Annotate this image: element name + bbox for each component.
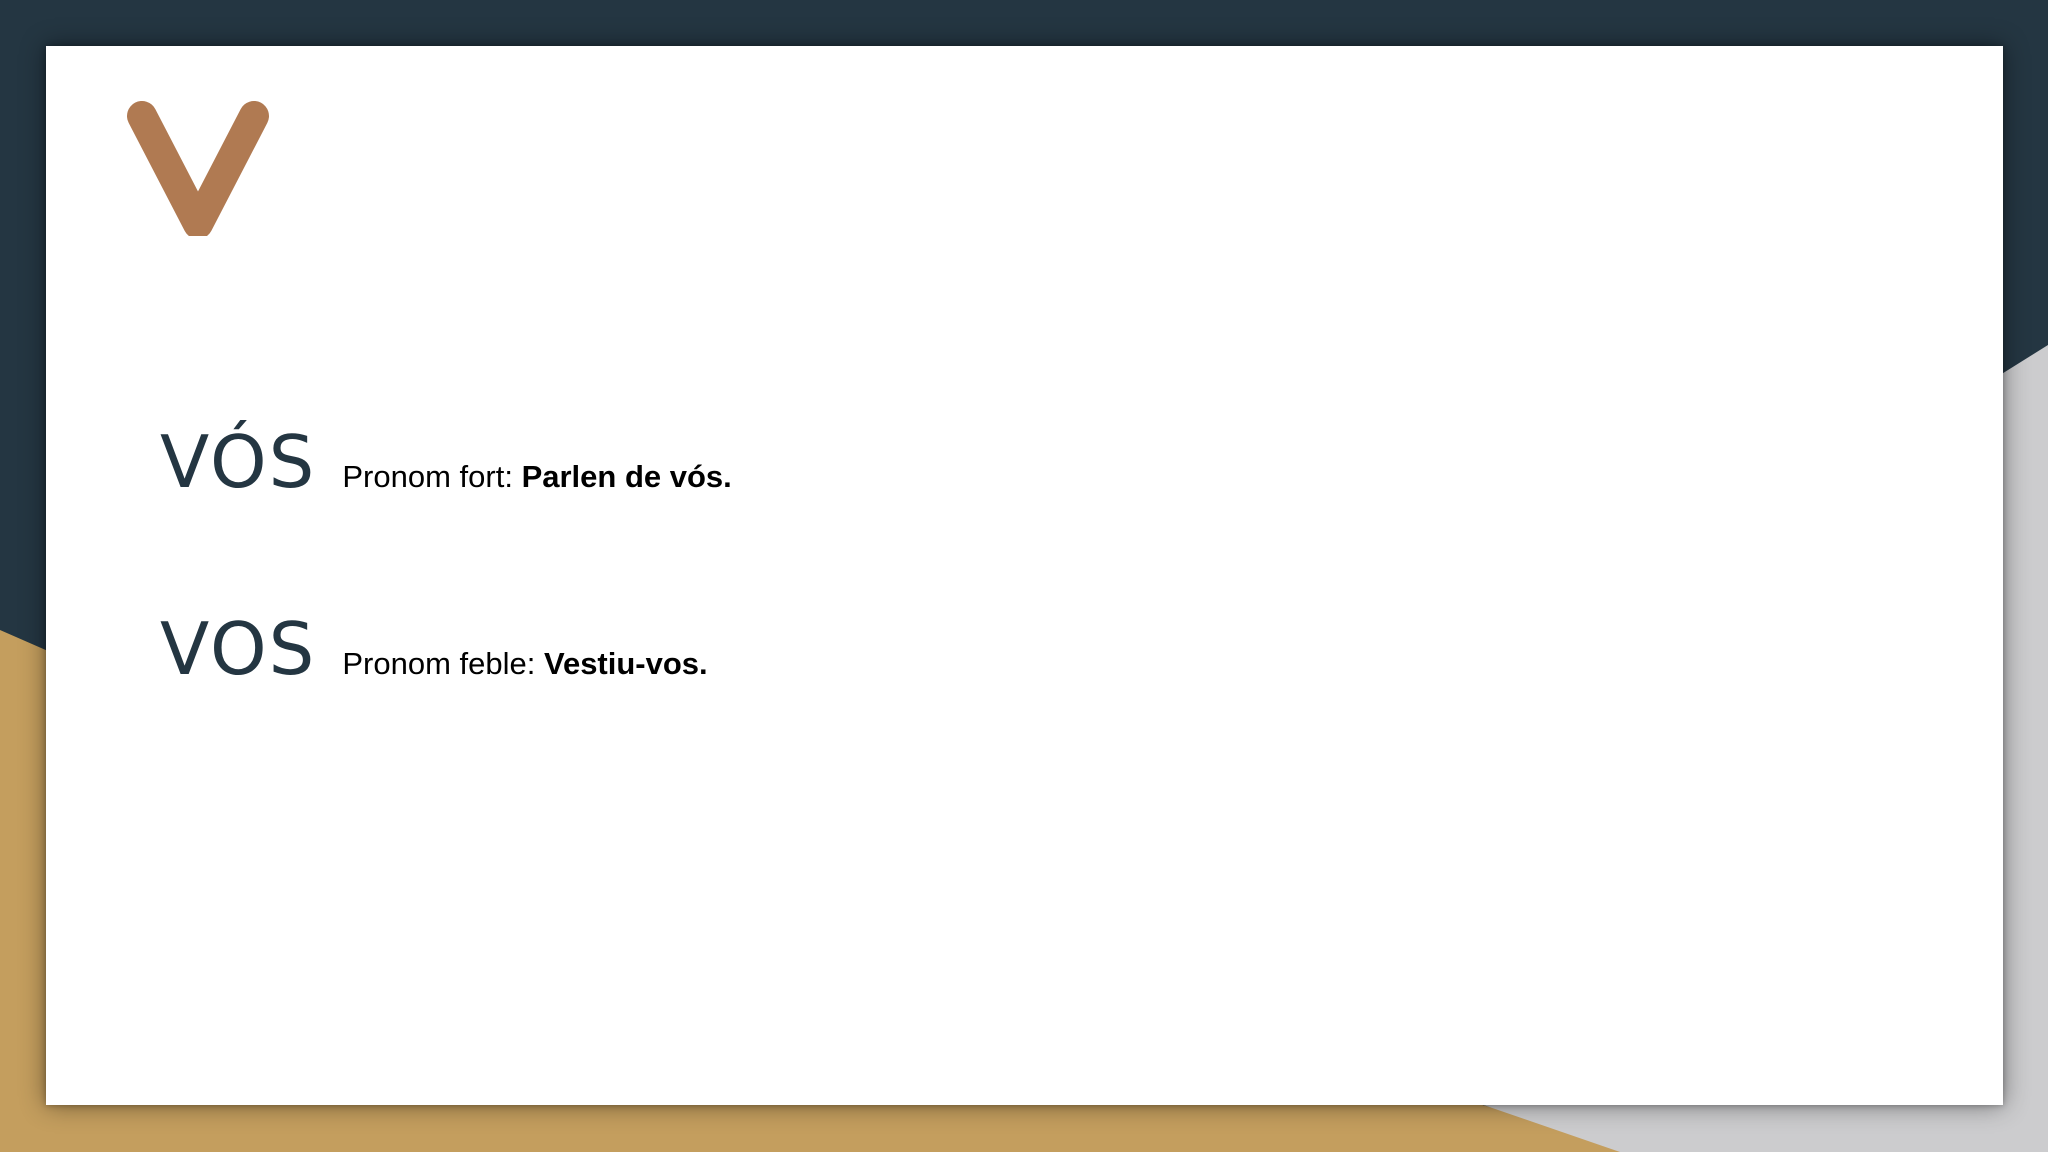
entry-example: Parlen de vós.: [521, 459, 732, 494]
entry-vos-strong: VÓS Pronom fort: Parlen de vós.: [160, 426, 732, 498]
entry-label: Pronom feble:: [342, 646, 544, 681]
slide-card: VÓS Pronom fort: Parlen de vós. VOS Pron…: [46, 46, 2003, 1105]
entry-vos-weak: VOS Pronom feble: Vestiu-vos.: [160, 613, 708, 685]
entry-description: Pronom feble: Vestiu-vos.: [342, 648, 707, 679]
v-logo-icon: [127, 101, 269, 236]
entry-word: VOS: [160, 607, 317, 691]
entry-example: Vestiu-vos.: [543, 646, 708, 681]
entry-word: VÓS: [160, 420, 317, 504]
entry-label: Pronom fort:: [342, 459, 522, 494]
entry-description: Pronom fort: Parlen de vós.: [342, 461, 731, 492]
